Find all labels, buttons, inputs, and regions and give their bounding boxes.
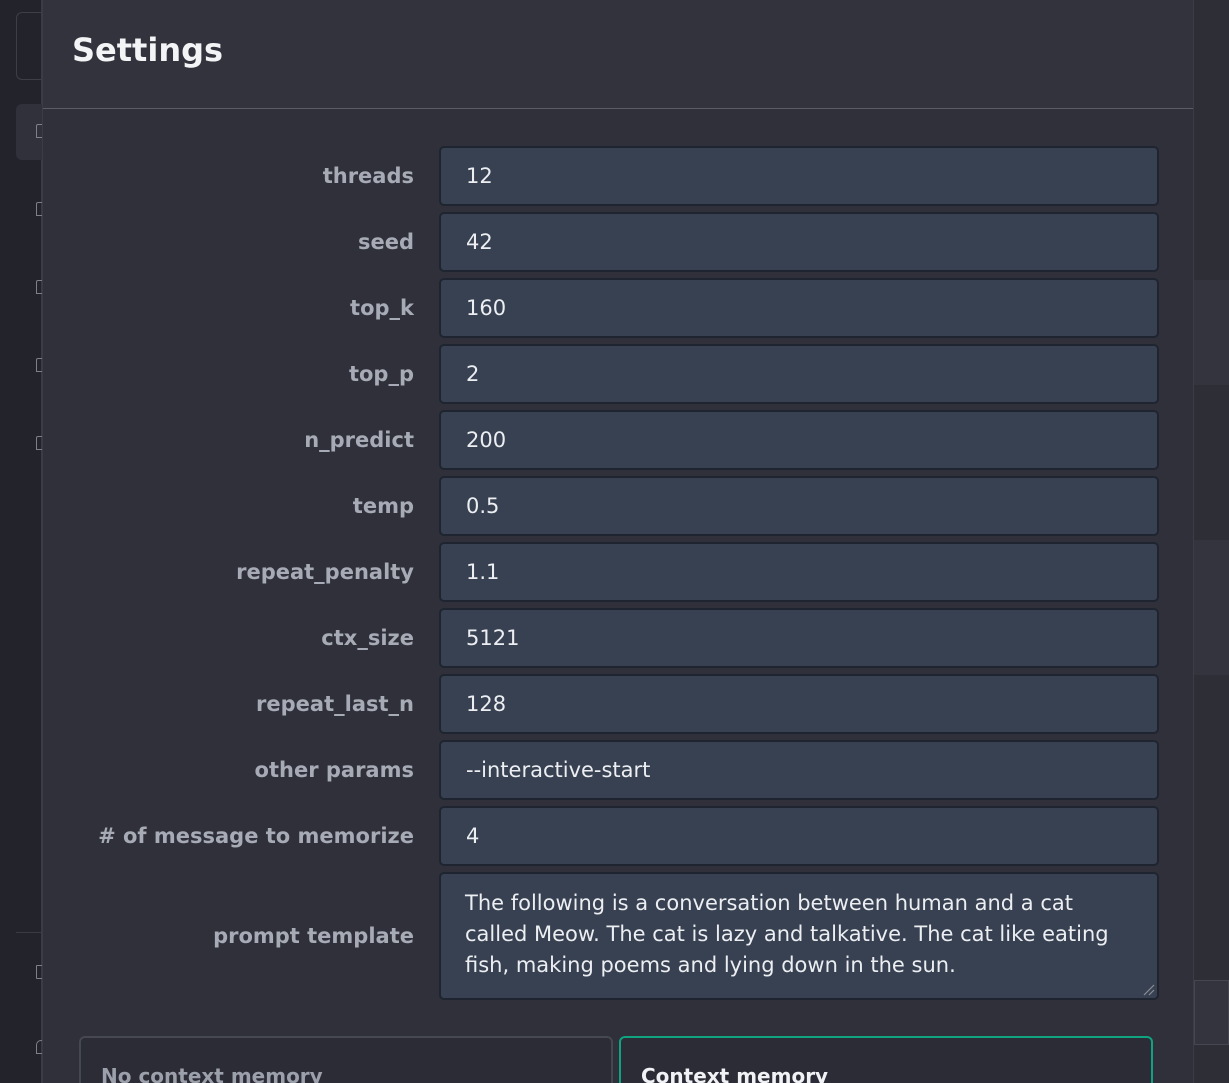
background-input	[1194, 980, 1229, 1045]
field-row-temp: temp	[43, 476, 1193, 536]
resize-grip-icon[interactable]	[1141, 982, 1155, 996]
top-k-input[interactable]	[439, 278, 1159, 338]
field-label: ctx_size	[321, 626, 414, 650]
field-row-memorize: # of message to memorize	[43, 806, 1193, 866]
seed-input[interactable]	[439, 212, 1159, 272]
field-label: threads	[322, 164, 414, 188]
field-label: n_predict	[304, 428, 414, 452]
field-row-threads: threads	[43, 146, 1193, 206]
ctx-size-input[interactable]	[439, 608, 1159, 668]
background-message	[1194, 540, 1229, 675]
modal-title: Settings	[72, 31, 224, 69]
field-row-repeat-last-n: repeat_last_n	[43, 674, 1193, 734]
field-row-prompt-template: prompt template The following is a conve…	[43, 872, 1193, 1000]
context-memory-option[interactable]: Context memory	[619, 1036, 1153, 1083]
repeat-penalty-input[interactable]	[439, 542, 1159, 602]
field-row-top-p: top_p	[43, 344, 1193, 404]
field-row-n-predict: n_predict	[43, 410, 1193, 470]
threads-input[interactable]	[439, 146, 1159, 206]
other-params-input[interactable]	[439, 740, 1159, 800]
field-label: repeat_penalty	[236, 560, 414, 584]
field-label: repeat_last_n	[256, 692, 414, 716]
option-label: No context memory	[101, 1064, 323, 1083]
field-row-seed: seed	[43, 212, 1193, 272]
background-sidebar	[0, 0, 42, 1083]
field-row-other-params: other params	[43, 740, 1193, 800]
prompt-template-textarea[interactable]: The following is a conversation between …	[439, 872, 1159, 1000]
field-label: # of message to memorize	[98, 824, 414, 848]
field-row-top-k: top_k	[43, 278, 1193, 338]
top-p-input[interactable]	[439, 344, 1159, 404]
background-message	[1194, 280, 1229, 385]
modal-header: Settings	[43, 0, 1193, 109]
n-predict-input[interactable]	[439, 410, 1159, 470]
no-context-memory-option[interactable]: No context memory	[79, 1036, 613, 1083]
field-label: prompt template	[213, 924, 414, 948]
field-label: seed	[357, 230, 414, 254]
settings-modal: Settings threads seed top_k top_p n_pred…	[42, 0, 1194, 1083]
field-label: top_k	[350, 296, 414, 320]
sidebar-divider	[16, 932, 42, 933]
temp-input[interactable]	[439, 476, 1159, 536]
memorize-count-input[interactable]	[439, 806, 1159, 866]
field-label: other params	[254, 758, 414, 782]
repeat-last-n-input[interactable]	[439, 674, 1159, 734]
field-label: temp	[352, 494, 414, 518]
field-label: top_p	[348, 362, 414, 386]
field-row-ctx-size: ctx_size	[43, 608, 1193, 668]
field-row-repeat-penalty: repeat_penalty	[43, 542, 1193, 602]
option-label: Context memory	[641, 1064, 829, 1083]
